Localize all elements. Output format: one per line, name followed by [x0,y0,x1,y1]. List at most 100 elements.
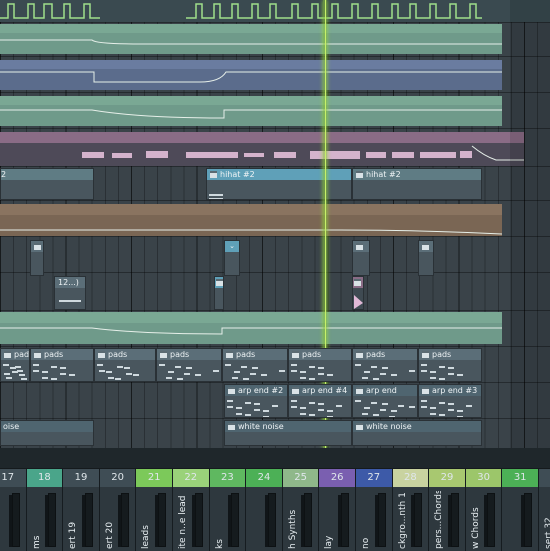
pattern-icon [216,279,223,286]
mixer-level-meter [374,495,378,547]
mixer-level-meter [520,495,524,547]
clip-notes [289,396,351,417]
pattern-clip[interactable] [418,240,434,276]
mixer-insert-strip[interactable]: 22 ite n..e lead [173,469,210,551]
mixer-insert-label-wrap [247,491,265,549]
clip-label: white noise [366,422,412,431]
mixer-fader[interactable] [377,493,386,547]
mixer-fader[interactable] [304,493,313,547]
mixer-insert-number [539,469,550,487]
mixer-insert-strip[interactable]: sert 32 [539,469,550,551]
pattern-clip-hihat[interactable]: hihat #2 [206,168,352,200]
mixer-insert-strip[interactable]: 26 lay [319,469,356,551]
automation-clip[interactable] [0,96,502,126]
pattern-clip[interactable] [30,240,44,276]
mixer-fader[interactable] [157,493,166,547]
pattern-clip[interactable] [352,276,364,310]
mixer-insert-number: 18 [26,469,63,487]
clip-notes [223,360,287,381]
pattern-clip-hihat[interactable]: hihat #2 [352,168,482,200]
pattern-clip[interactable]: pads [94,348,156,382]
pattern-clip[interactable]: pads [222,348,288,382]
mixer-fader[interactable] [48,493,57,547]
clip-label: arp end #3 [432,386,478,395]
mixer-header-gap [0,448,550,468]
mixer-insert-label: ks [214,539,225,549]
pattern-icon [228,387,235,394]
mixer-insert-strip[interactable]: 25 h Synths [282,469,320,551]
mixer-insert-strip[interactable]: 20 ert 20 [99,469,137,551]
mixer-fader[interactable] [84,493,93,547]
mixer-insert-label-wrap: pers...Chords [430,491,448,549]
mixer-insert-strip[interactable]: 29 pers...Chords [429,469,466,551]
audio-clip[interactable] [0,132,524,166]
mixer-insert-number: 23 [209,469,246,487]
pattern-clip-hihat[interactable]: 2 [0,168,94,200]
automation-clip[interactable] [0,24,502,54]
pattern-clip[interactable]: pads [156,348,222,382]
pattern-icon [356,387,363,394]
mixer-insert-number: 17 [0,469,26,487]
mixer-fader[interactable] [231,493,240,547]
mixer-insert-strip[interactable]: 19 ert 19 [63,469,100,551]
clip-label: pads [108,350,128,359]
pattern-clip[interactable]: pads [0,348,30,382]
pattern-icon [34,243,41,250]
pattern-clip[interactable]: ⌄ [224,240,240,276]
automation-clip[interactable] [0,204,502,236]
clip-notes [1,360,29,381]
mixer-fader[interactable] [523,493,532,547]
pattern-icon [422,243,429,250]
mixer-fader[interactable] [194,493,203,547]
mixer-fader[interactable] [414,493,423,547]
pattern-clip-white-noise[interactable]: white noise [224,420,352,446]
pattern-clip[interactable] [352,240,370,276]
automation-clip[interactable] [0,312,502,344]
playlist-area[interactable]: 2 hihat #2 hihat #2 ⌄ 12...) pads pads pad… [0,0,550,448]
clip-label: 12...) [58,278,79,287]
mixer-fader[interactable] [11,493,20,547]
pattern-icon [422,351,429,358]
mixer-insert-strip[interactable]: 24 [246,469,283,551]
automation-clip[interactable] [0,60,502,90]
mixer-fader[interactable] [487,493,496,547]
mixer-fader[interactable] [267,493,276,547]
pattern-clip-white-noise[interactable]: oise [0,420,94,446]
mixer-insert-label: ms [31,535,42,549]
pattern-icon [4,351,11,358]
pattern-clip[interactable]: arp end #3 [418,384,482,418]
mixer-level-meter [81,495,85,547]
mixer-insert-strip[interactable]: 31 [502,469,539,551]
pattern-clip[interactable]: arp end #2 [224,384,288,418]
mixer-insert-number: 31 [502,469,538,487]
pattern-clip[interactable]: arp end #4 [288,384,352,418]
automation-curve [0,312,502,335]
mixer-fader[interactable] [450,493,459,547]
pattern-clip[interactable]: pads [288,348,352,382]
pattern-clip-small[interactable]: 12...) [54,276,86,310]
clip-label: white noise [238,422,284,431]
mixer-insert-strip[interactable]: 21 leads [136,469,173,551]
pattern-clip[interactable]: pads [352,348,418,382]
mixer-insert-strip[interactable]: 27 no [356,469,393,551]
clip-notes [157,360,221,381]
mixer-insert-strip[interactable]: 17 [0,469,27,551]
mixer-insert-strip[interactable]: 30 w Chords [465,469,503,551]
mixer-insert-strip[interactable]: 18 ms [26,469,64,551]
pattern-clip[interactable] [214,276,224,310]
mixer-insert-strip[interactable]: 23 ks [209,469,247,551]
mixer-fader[interactable] [340,493,349,547]
mixer-level-meter [301,495,305,547]
pattern-clip-white-noise[interactable]: white noise [352,420,482,446]
playlist-end-shade [510,0,550,448]
pattern-clip[interactable]: pads [30,348,94,382]
mixer-fader[interactable] [121,493,130,547]
mixer-insert-number: 22 [173,469,209,487]
pattern-clip[interactable]: pads [418,348,482,382]
clip-notes [31,360,93,381]
mixer-insert-strip[interactable]: 28 ckgro...nth 1 [392,469,430,551]
mixer-insert-label: ert 20 [104,521,115,549]
pattern-clip[interactable]: arp end [352,384,418,418]
clip-label: arp end [366,386,397,395]
mixer-panel: 17 18 ms 19 ert 19 20 ert 20 21 leads 22 ite n..e … [0,468,550,551]
